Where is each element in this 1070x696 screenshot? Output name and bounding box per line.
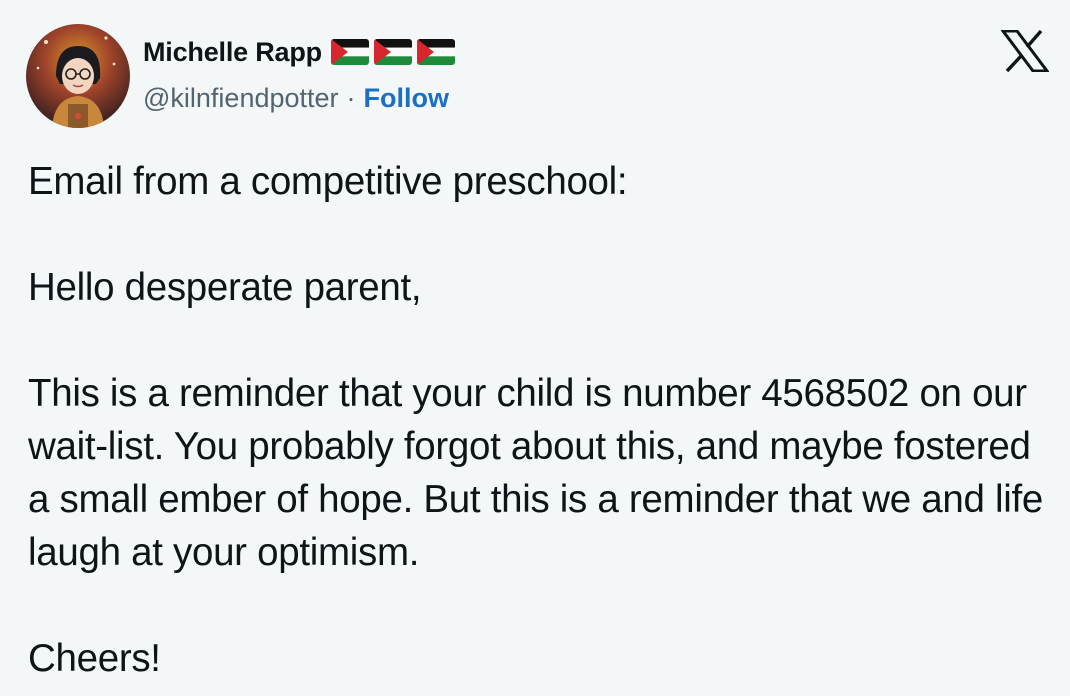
x-logo-icon[interactable] bbox=[1001, 30, 1049, 72]
author-handle-row: @kilnfiendpotter · Follow bbox=[143, 80, 449, 116]
tweet-line-signoff: Cheers! bbox=[28, 637, 161, 680]
tweet-line-greeting: Hello desperate parent, bbox=[28, 266, 422, 309]
avatar[interactable] bbox=[26, 24, 130, 128]
tweet-card: Michelle Rapp @kilnfiendpotter · Follow … bbox=[0, 0, 1070, 696]
follow-button[interactable]: Follow bbox=[364, 83, 449, 114]
tweet-line-body: This is a reminder that your child is nu… bbox=[28, 372, 1043, 574]
palestine-flag-icon bbox=[416, 39, 455, 65]
palestine-flag-icon bbox=[373, 39, 412, 65]
tweet-text: Email from a competitive preschool: Hell… bbox=[28, 155, 1058, 685]
display-name[interactable]: Michelle Rapp bbox=[143, 37, 322, 68]
palestine-flag-icon bbox=[330, 39, 369, 65]
user-handle[interactable]: @kilnfiendpotter bbox=[143, 83, 339, 114]
separator-dot: · bbox=[346, 82, 356, 113]
flag-group bbox=[330, 39, 460, 65]
author-name-row: Michelle Rapp bbox=[143, 34, 460, 70]
tweet-line-intro: Email from a competitive preschool: bbox=[28, 160, 628, 203]
